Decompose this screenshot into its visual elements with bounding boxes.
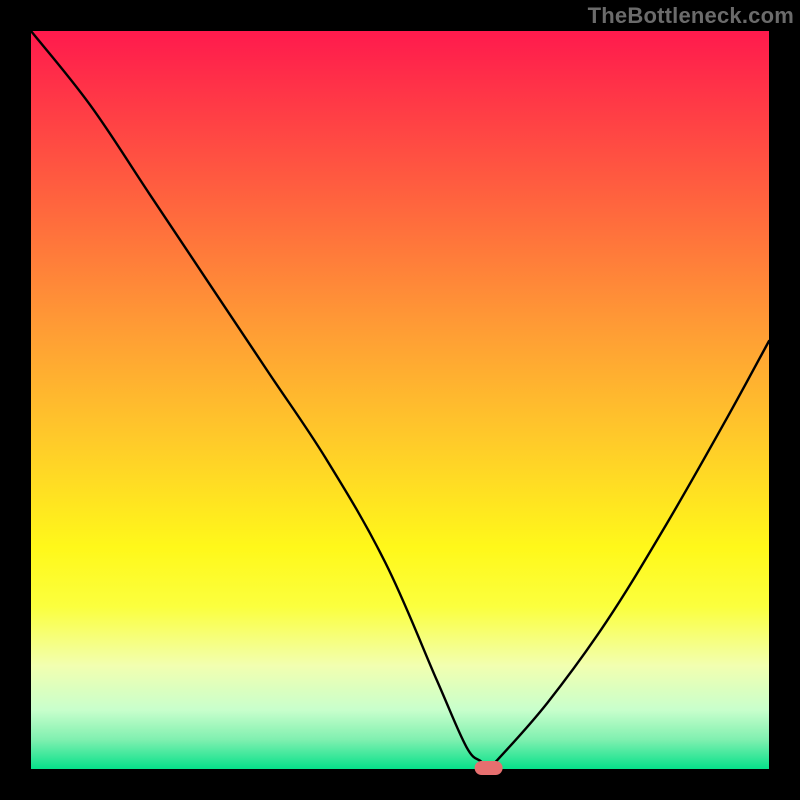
chart-frame: TheBottleneck.com — [0, 0, 800, 800]
plot-area — [31, 31, 769, 769]
optimal-marker — [31, 31, 769, 769]
attribution-label: TheBottleneck.com — [588, 3, 794, 29]
